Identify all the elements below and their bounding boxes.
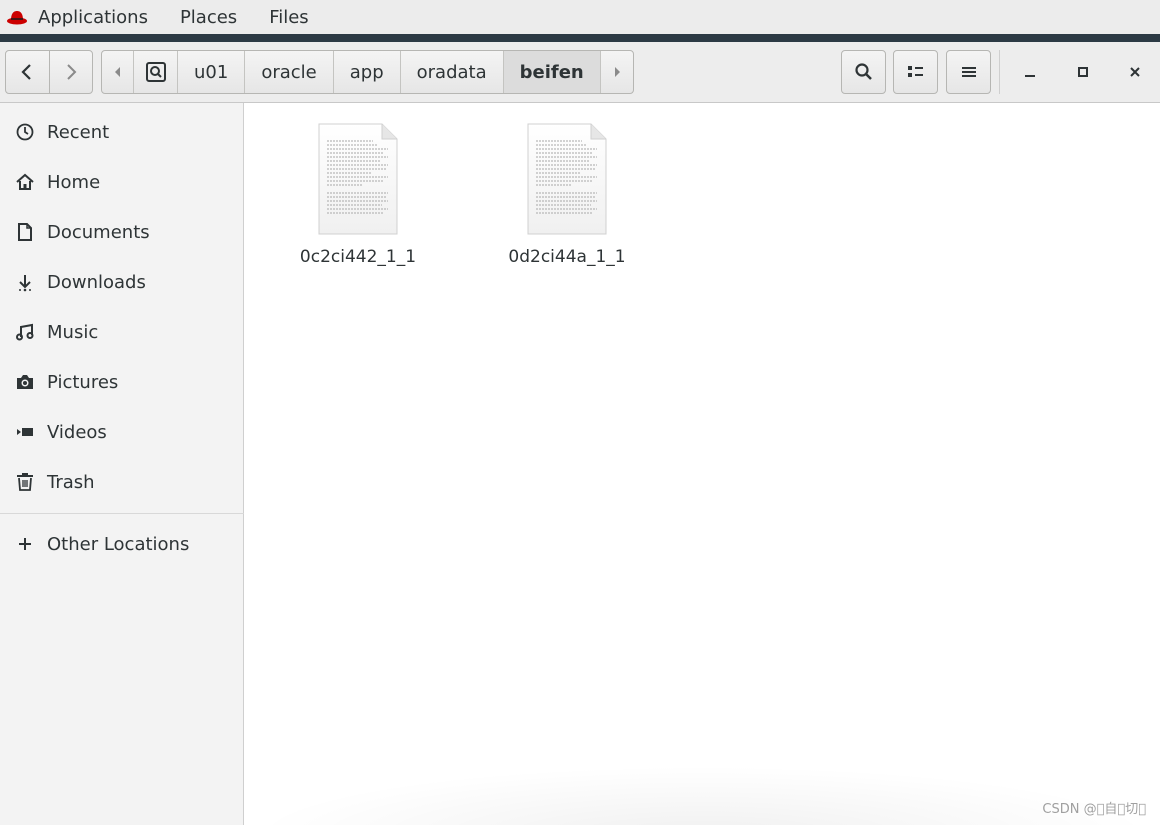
path-scroll-left-button[interactable] bbox=[102, 51, 134, 93]
drive-icon bbox=[145, 62, 166, 82]
menu-button[interactable] bbox=[946, 50, 991, 94]
file-view: 0c2ci442_1_1 0d2ci44a_1_1 CSDN @ 自 切  bbox=[245, 103, 1160, 825]
files-menu[interactable]: Files bbox=[269, 7, 309, 28]
path-bar: u01 oracle app oradata beifen bbox=[101, 50, 634, 94]
path-segment-app[interactable]: app bbox=[334, 51, 401, 93]
download-icon bbox=[15, 272, 35, 292]
path-segment-oracle[interactable]: oracle bbox=[245, 51, 334, 93]
minimize-button[interactable] bbox=[1008, 50, 1052, 94]
camera-icon bbox=[15, 372, 35, 392]
sidebar-item-label: Trash bbox=[47, 471, 95, 493]
clock-icon bbox=[15, 122, 35, 142]
bottom-shadow bbox=[245, 765, 1160, 825]
file-name: 0d2ci44a_1_1 bbox=[508, 247, 626, 267]
list-view-icon bbox=[907, 66, 923, 77]
chevron-right-icon bbox=[67, 64, 77, 80]
file-item[interactable]: 0d2ci44a_1_1 bbox=[477, 123, 657, 267]
sidebar-item-recent[interactable]: Recent bbox=[0, 107, 244, 157]
file-name: 0c2ci442_1_1 bbox=[299, 247, 417, 267]
triangle-left-icon bbox=[114, 67, 120, 77]
header-bar: u01 oracle app oradata beifen bbox=[0, 42, 1160, 103]
places-sidebar: Recent Home Documents Downloads Music Pi… bbox=[0, 103, 244, 825]
applications-menu[interactable]: Applications bbox=[38, 7, 148, 28]
sidebar-item-label: Home bbox=[47, 171, 101, 193]
sidebar-item-label: Videos bbox=[47, 421, 107, 443]
redhat-logo-icon bbox=[6, 6, 28, 28]
sidebar-item-label: Documents bbox=[47, 221, 150, 243]
document-icon bbox=[15, 222, 35, 242]
sidebar-item-downloads[interactable]: Downloads bbox=[0, 257, 244, 307]
triangle-right-icon bbox=[614, 67, 620, 77]
path-scroll-right-button[interactable] bbox=[601, 51, 633, 93]
sidebar-item-label: Other Locations bbox=[47, 533, 190, 555]
sidebar-item-documents[interactable]: Documents bbox=[0, 207, 244, 257]
header-separator bbox=[999, 50, 1000, 94]
sidebar-item-home[interactable]: Home bbox=[0, 157, 244, 207]
path-segment-u01[interactable]: u01 bbox=[178, 51, 246, 93]
back-button[interactable] bbox=[6, 51, 49, 93]
navigation-buttons bbox=[5, 50, 93, 94]
home-icon bbox=[15, 172, 35, 192]
search-button[interactable] bbox=[841, 50, 886, 94]
watermark: CSDN @ 自 切  bbox=[1042, 802, 1146, 817]
sidebar-item-label: Downloads bbox=[47, 271, 146, 293]
text-file-icon bbox=[318, 123, 398, 235]
forward-button[interactable] bbox=[48, 51, 93, 93]
text-file-icon bbox=[527, 123, 607, 235]
maximize-button[interactable] bbox=[1061, 50, 1105, 94]
close-icon bbox=[1130, 67, 1140, 77]
sidebar-item-label: Pictures bbox=[47, 371, 119, 393]
hamburger-menu-icon bbox=[961, 67, 976, 77]
sidebar-item-videos[interactable]: Videos bbox=[0, 407, 244, 457]
sidebar-item-pictures[interactable]: Pictures bbox=[0, 357, 244, 407]
top-panel: Applications Places Files bbox=[0, 0, 1160, 34]
view-mode-button[interactable] bbox=[893, 50, 938, 94]
sidebar-divider bbox=[0, 513, 244, 514]
sidebar-item-label: Music bbox=[47, 321, 99, 343]
places-menu[interactable]: Places bbox=[180, 7, 237, 28]
chevron-left-icon bbox=[21, 64, 32, 80]
file-item[interactable]: 0c2ci442_1_1 bbox=[268, 123, 448, 267]
minimize-icon bbox=[1025, 75, 1035, 77]
path-root-button[interactable] bbox=[134, 51, 178, 93]
music-icon bbox=[15, 322, 35, 342]
sidebar-item-music[interactable]: Music bbox=[0, 307, 244, 357]
trash-icon bbox=[15, 472, 35, 492]
video-icon bbox=[15, 422, 35, 442]
sidebar-item-label: Recent bbox=[47, 121, 110, 143]
window-title-accent bbox=[0, 34, 1160, 42]
path-segment-beifen[interactable]: beifen bbox=[503, 51, 601, 93]
sidebar-item-trash[interactable]: Trash bbox=[0, 457, 244, 507]
sidebar-item-other-locations[interactable]: Other Locations bbox=[0, 519, 244, 569]
close-button[interactable] bbox=[1113, 50, 1157, 94]
plus-icon bbox=[15, 534, 35, 554]
maximize-icon bbox=[1078, 67, 1088, 77]
search-icon bbox=[854, 63, 872, 80]
path-segment-oradata[interactable]: oradata bbox=[401, 51, 504, 93]
